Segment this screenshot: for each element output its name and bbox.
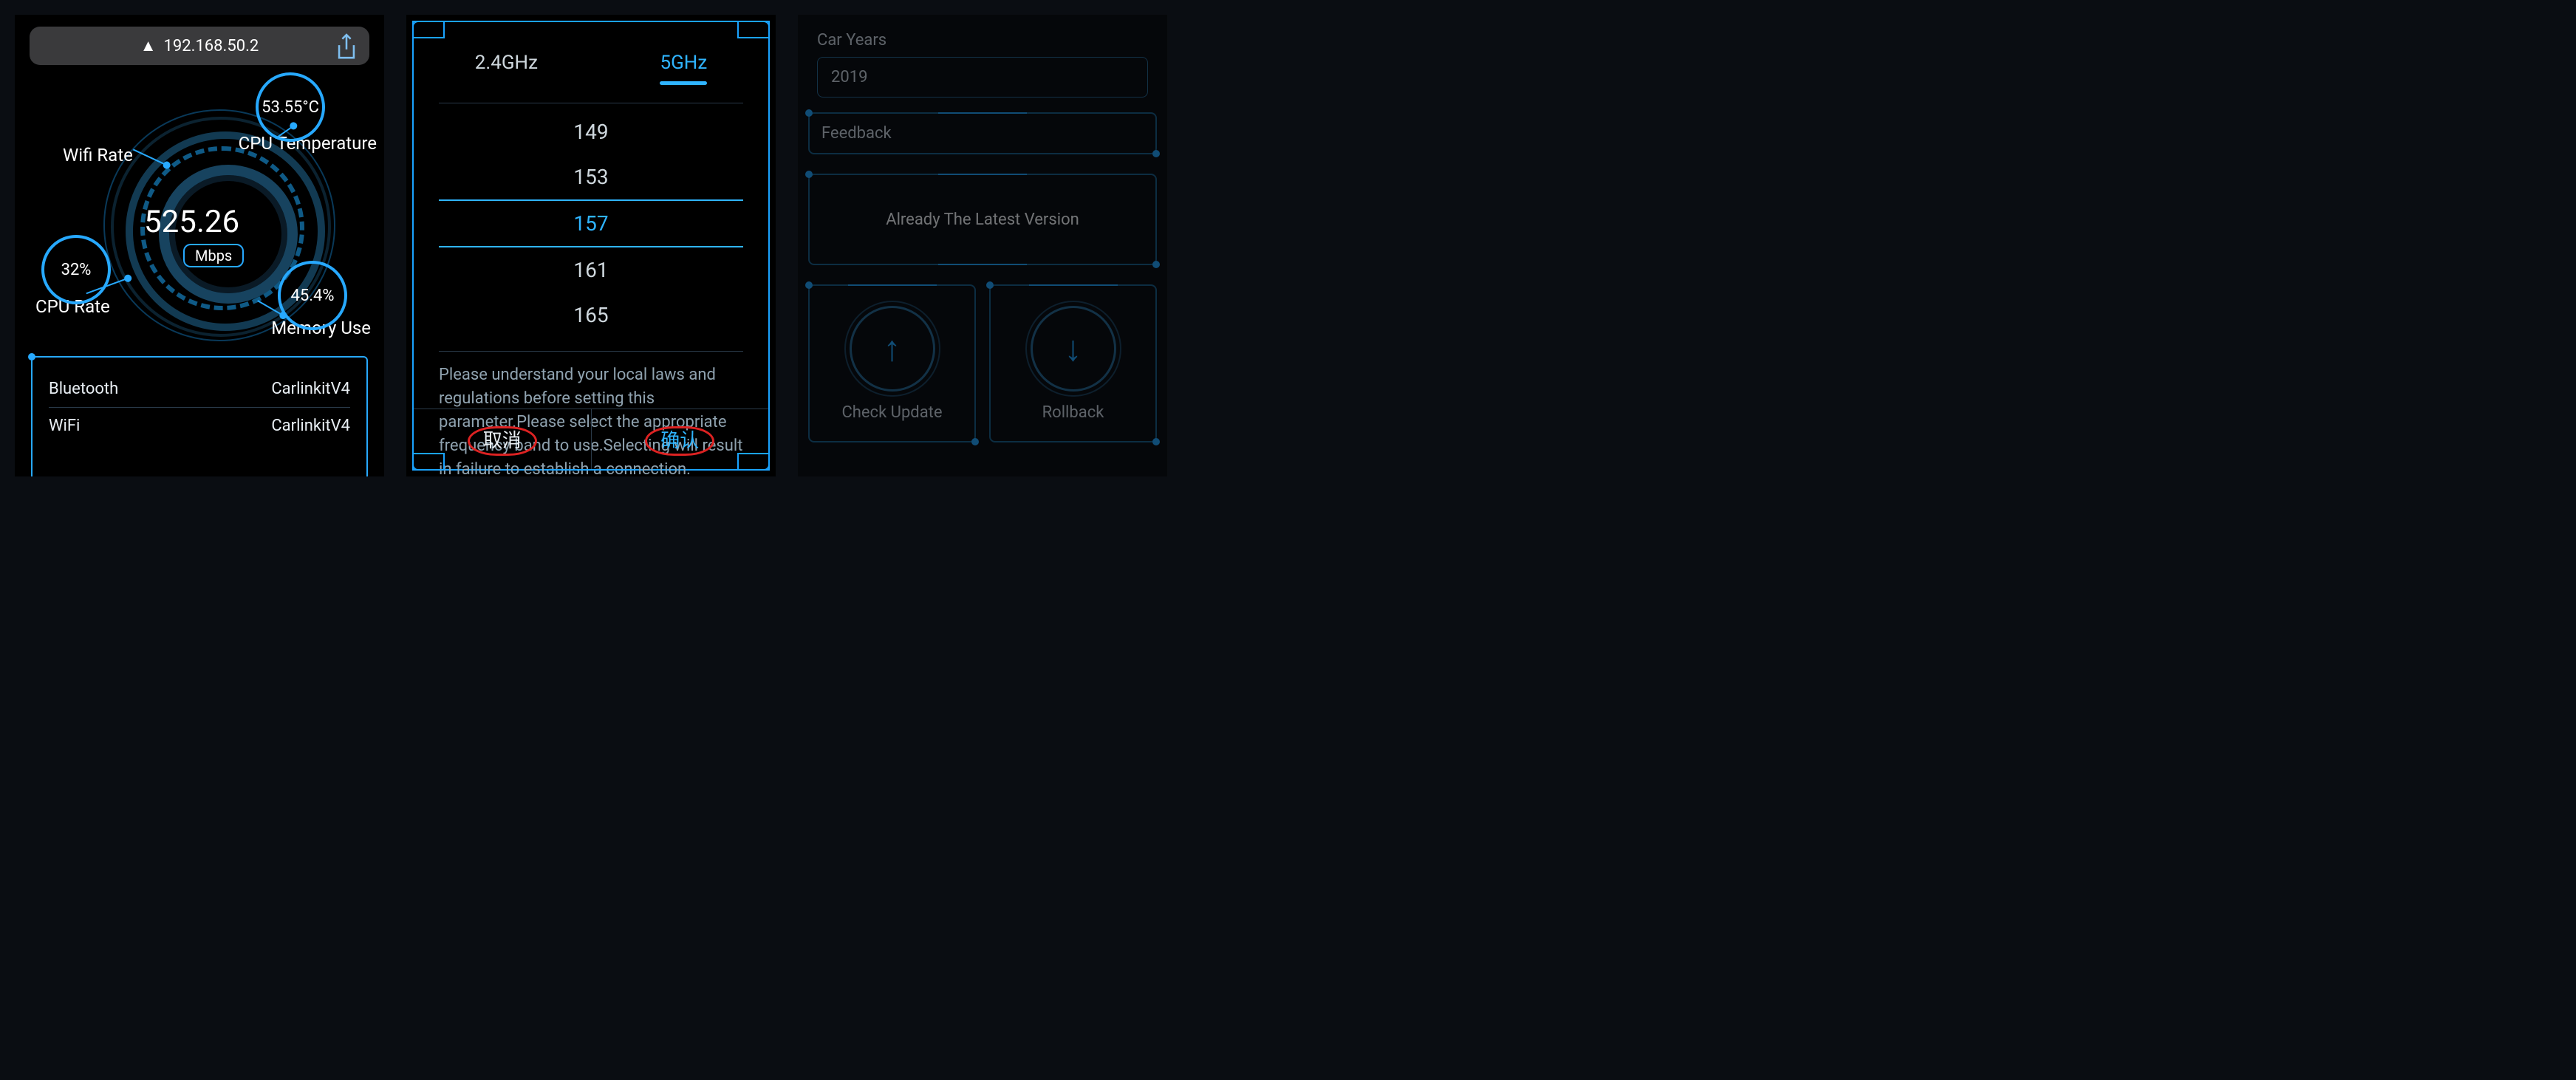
version-status-banner: Already The Latest Version — [808, 174, 1157, 265]
confirm-button[interactable]: 确认 — [592, 409, 769, 469]
memory-use-value: 45.4% — [278, 261, 347, 330]
channel-option[interactable]: 153 — [439, 154, 743, 199]
wifi-rate-value: 525.26 — [144, 204, 239, 240]
url-text: 192.168.50.2 — [164, 37, 259, 55]
channel-list[interactable]: 149 153 157 161 165 — [414, 106, 768, 341]
version-status-text: Already The Latest Version — [886, 211, 1079, 229]
rollback-button[interactable]: ↓ Rollback — [989, 284, 1157, 442]
bluetooth-value: CarlinkitV4 — [271, 380, 350, 398]
check-update-button[interactable]: ↑ Check Update — [808, 284, 976, 442]
cpu-temp-value: 53.55°C — [256, 72, 325, 142]
band-tabs: 2.4GHz 5GHz — [414, 22, 768, 92]
feedback-section[interactable]: Feedback — [808, 112, 1157, 154]
wifi-name-value: CarlinkitV4 — [271, 417, 350, 435]
dashboard-screen: ▲ 192.168.50.2 Wifi Rate 525.26 Mbps CPU… — [15, 15, 384, 476]
download-arrow-icon: ↓ — [1031, 306, 1116, 392]
cpu-rate-value: 32% — [41, 235, 111, 304]
channel-select-modal: 2.4GHz 5GHz 149 153 157 161 165 Please u… — [406, 15, 776, 476]
wifi-row: WiFi CarlinkitV4 — [49, 407, 350, 444]
wifi-rate-label: Wifi Rate — [63, 145, 133, 165]
bluetooth-row: Bluetooth CarlinkitV4 — [49, 371, 350, 407]
car-years-input[interactable]: 2019 — [817, 57, 1148, 98]
update-screen: Car Years 2019 Feedback Already The Late… — [798, 15, 1167, 476]
check-update-label: Check Update — [841, 403, 942, 422]
hud-gauge-cluster: Wifi Rate 525.26 Mbps CPU Temperature 53… — [15, 80, 384, 360]
channel-option-selected[interactable]: 157 — [439, 199, 743, 247]
wifi-rate-unit: Mbps — [183, 244, 244, 267]
upload-arrow-icon: ↑ — [850, 306, 935, 392]
rollback-label: Rollback — [1042, 403, 1104, 422]
channel-option[interactable]: 161 — [439, 247, 743, 293]
tab-2-4ghz[interactable]: 2.4GHz — [453, 44, 560, 92]
address-bar[interactable]: ▲ 192.168.50.2 — [30, 27, 369, 65]
channel-option[interactable]: 165 — [439, 293, 743, 338]
wifi-name-label: WiFi — [49, 417, 80, 435]
tab-5ghz[interactable]: 5GHz — [638, 44, 729, 92]
feedback-label: Feedback — [821, 124, 1144, 143]
bluetooth-label: Bluetooth — [49, 380, 118, 398]
share-icon[interactable] — [334, 33, 359, 62]
channel-option[interactable]: 149 — [439, 109, 743, 154]
device-info-panel: Bluetooth CarlinkitV4 WiFi CarlinkitV4 — [31, 356, 368, 476]
car-years-label: Car Years — [817, 31, 1148, 49]
cancel-button[interactable]: 取消 — [414, 409, 592, 469]
insecure-warning-icon: ▲ — [140, 36, 157, 55]
